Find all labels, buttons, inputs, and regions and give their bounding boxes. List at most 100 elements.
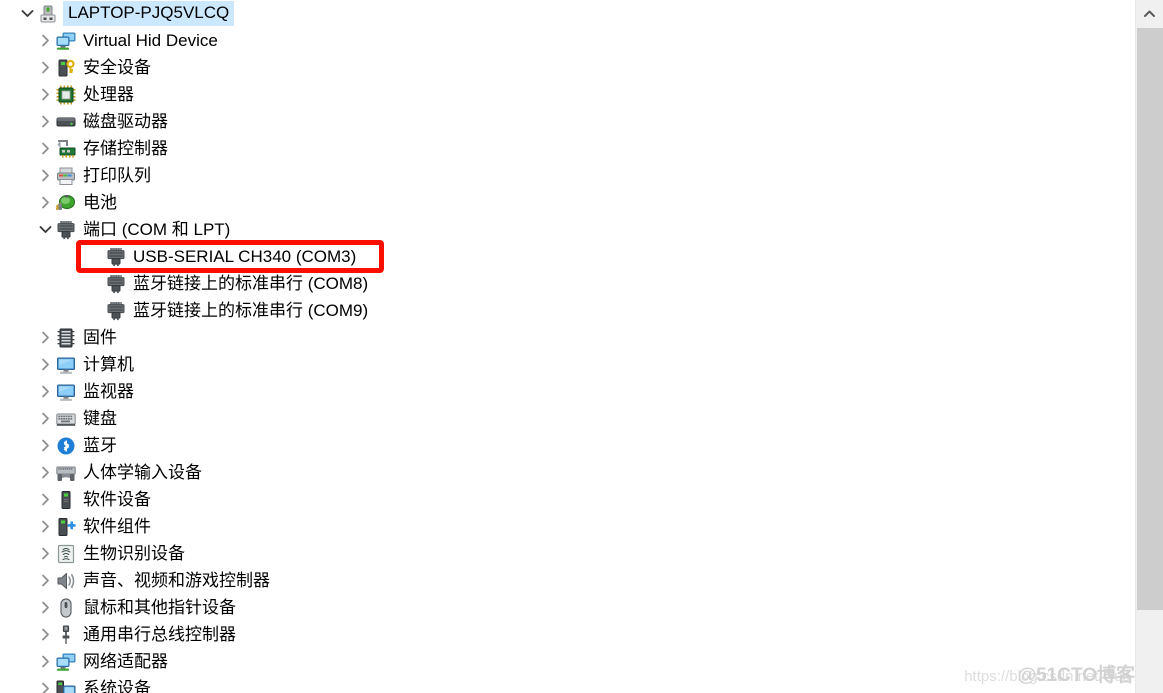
security-device-icon [56, 58, 76, 78]
tree-row-label: 软件组件 [83, 516, 151, 536]
chevron-right-icon[interactable] [34, 81, 56, 108]
tree-row-label: 生物识别设备 [83, 543, 185, 563]
chevron-right-icon[interactable] [34, 513, 56, 540]
tree-row[interactable]: 通用串行总线控制器 [0, 621, 1135, 648]
scroll-up-button[interactable] [1136, 0, 1163, 27]
chevron-right-icon[interactable] [34, 351, 56, 378]
tree-row-label: 监视器 [83, 381, 134, 401]
tree-row[interactable]: 打印队列 [0, 162, 1135, 189]
vertical-scrollbar[interactable] [1135, 0, 1163, 693]
tree-row[interactable]: 监视器 [0, 378, 1135, 405]
chevron-right-icon[interactable] [34, 675, 56, 693]
storage-controller-icon [56, 139, 76, 159]
tree-row-label: 磁盘驱动器 [83, 111, 168, 131]
tree-row-label: 计算机 [83, 354, 134, 374]
disk-drive-icon [56, 112, 76, 132]
tree-row[interactable]: 处理器 [0, 81, 1135, 108]
tree-row[interactable]: 生物识别设备 [0, 540, 1135, 567]
tree-row[interactable]: 端口 (COM 和 LPT) [0, 216, 1135, 243]
software-device-icon [56, 490, 76, 510]
tree-row-label: 蓝牙链接上的标准串行 (COM9) [133, 300, 369, 320]
chevron-right-icon[interactable] [34, 459, 56, 486]
tree-row-label: LAPTOP-PJQ5VLCQ [63, 1, 235, 26]
tree-row-label: 软件设备 [83, 489, 151, 509]
tree-row-label: 键盘 [83, 408, 117, 428]
scrollbar-thumb[interactable] [1137, 28, 1163, 610]
print-queue-icon [56, 166, 76, 186]
tree-row-label: 安全设备 [83, 57, 151, 77]
chevron-right-icon[interactable] [34, 27, 56, 54]
monitor-icon [56, 382, 76, 402]
network-adapters-icon [56, 31, 76, 51]
chevron-right-icon[interactable] [34, 54, 56, 81]
tree-row[interactable]: USB-SERIAL CH340 (COM3) [0, 243, 1135, 270]
tree-row[interactable]: 安全设备 [0, 54, 1135, 81]
serial-port-icon [106, 301, 126, 321]
chevron-right-icon[interactable] [34, 621, 56, 648]
chevron-right-icon[interactable] [34, 486, 56, 513]
device-tree[interactable]: LAPTOP-PJQ5VLCQ Virtual Hid Device 安全设备处理器… [0, 0, 1135, 693]
tree-row[interactable]: LAPTOP-PJQ5VLCQ [0, 0, 1135, 27]
tree-row[interactable]: 键盘 [0, 405, 1135, 432]
tree-row-label: 声音、视频和游戏控制器 [83, 570, 270, 590]
tree-row-label: 蓝牙 [83, 435, 117, 455]
tree-row[interactable]: 磁盘驱动器 [0, 108, 1135, 135]
chevron-right-icon[interactable] [34, 540, 56, 567]
monitor-icon [56, 355, 76, 375]
chevron-right-icon[interactable] [34, 594, 56, 621]
serial-port-icon [106, 247, 126, 267]
software-component-icon [56, 517, 76, 537]
tree-row-label: 电池 [83, 192, 117, 212]
chevron-right-icon[interactable] [34, 648, 56, 675]
serial-port-icon [106, 274, 126, 294]
tree-row[interactable]: 声音、视频和游戏控制器 [0, 567, 1135, 594]
firmware-icon [56, 328, 76, 348]
tree-row[interactable]: 软件组件 [0, 513, 1135, 540]
tree-row[interactable]: 人体学输入设备 [0, 459, 1135, 486]
chevron-down-icon[interactable] [16, 0, 38, 27]
tree-row-label: 系统设备 [83, 678, 151, 693]
keyboard-icon [56, 409, 76, 429]
biometric-device-icon [56, 544, 76, 564]
tree-row-label: 存储控制器 [83, 138, 168, 158]
tree-row-label: USB-SERIAL CH340 (COM3) [133, 246, 357, 266]
tree-row[interactable]: 蓝牙链接上的标准串行 (COM9) [0, 297, 1135, 324]
mouse-icon [56, 597, 76, 618]
tree-row[interactable]: 存储控制器 [0, 135, 1135, 162]
chevron-right-icon[interactable] [34, 189, 56, 216]
chevron-right-icon[interactable] [34, 108, 56, 135]
tree-row[interactable]: 蓝牙 [0, 432, 1135, 459]
tree-row-label: 人体学输入设备 [83, 462, 202, 482]
tree-row[interactable]: 系统设备 [0, 675, 1135, 693]
tree-row-label: 处理器 [83, 84, 134, 104]
chevron-right-icon[interactable] [34, 405, 56, 432]
chevron-right-icon[interactable] [34, 378, 56, 405]
chevron-right-icon[interactable] [34, 162, 56, 189]
chevron-up-icon [1144, 10, 1155, 17]
chevron-right-icon[interactable] [34, 432, 56, 459]
tree-row-label: 打印队列 [83, 165, 151, 185]
tree-row[interactable]: 网络适配器 [0, 648, 1135, 675]
chevron-right-icon[interactable] [34, 567, 56, 594]
tree-row-label: 鼠标和其他指针设备 [83, 597, 236, 617]
hid-device-icon [56, 463, 76, 483]
tree-row[interactable]: 软件设备 [0, 486, 1135, 513]
tree-row-label: 通用串行总线控制器 [83, 624, 236, 644]
chevron-right-icon[interactable] [34, 324, 56, 351]
tree-row[interactable]: 鼠标和其他指针设备 [0, 594, 1135, 621]
tree-row[interactable]: 蓝牙链接上的标准串行 (COM8) [0, 270, 1135, 297]
computer-root-icon [38, 4, 58, 24]
tree-row[interactable]: Virtual Hid Device [0, 27, 1135, 54]
usb-controller-icon [56, 625, 76, 645]
system-device-icon [56, 679, 76, 693]
tree-row[interactable]: 电池 [0, 189, 1135, 216]
tree-row[interactable]: 计算机 [0, 351, 1135, 378]
chevron-down-icon[interactable] [34, 216, 56, 243]
chevron-right-icon[interactable] [34, 135, 56, 162]
scrollbar-track[interactable] [1137, 610, 1163, 693]
processor-icon [56, 85, 76, 105]
tree-row[interactable]: 固件 [0, 324, 1135, 351]
tree-row-label: 网络适配器 [83, 651, 168, 671]
